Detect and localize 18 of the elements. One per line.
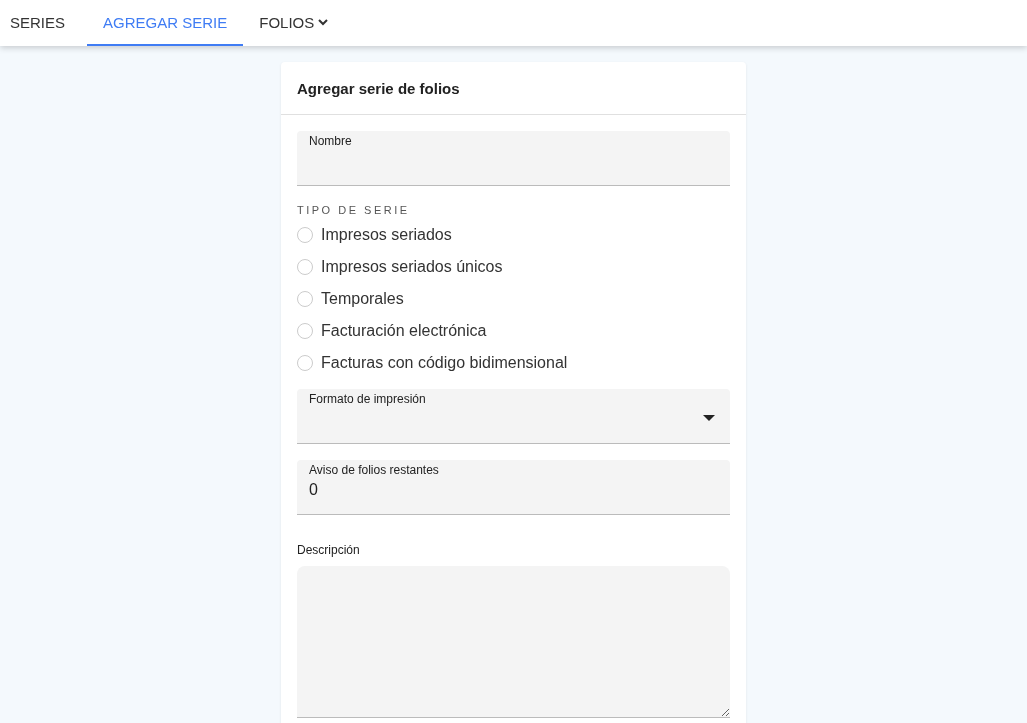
chevron-down-icon bbox=[318, 18, 329, 26]
nav-tab[interactable]: FOLIOS bbox=[249, 0, 345, 46]
field-value: 0 bbox=[309, 480, 319, 499]
nav-tab[interactable]: AGREGAR SERIE bbox=[87, 0, 244, 46]
radio-label[interactable]: Facturación electrónica bbox=[321, 321, 487, 340]
name-field[interactable]: Nombre bbox=[297, 131, 730, 186]
radio-label[interactable]: Impresos seriados únicos bbox=[321, 257, 503, 276]
radio-label[interactable]: Temporales bbox=[321, 289, 404, 308]
remaining-warning-field[interactable]: Aviso de folios restantes 0 bbox=[297, 460, 730, 515]
dropdown-arrow-icon bbox=[703, 415, 715, 421]
description-label: Descripción bbox=[297, 543, 361, 557]
card-title: Agregar serie de folios bbox=[297, 79, 460, 97]
nav-tab[interactable]: SERIES bbox=[0, 0, 82, 46]
radio-label[interactable]: Impresos seriados bbox=[321, 225, 452, 244]
section-label: TIPO DE SERIE bbox=[297, 204, 411, 216]
radio-label[interactable]: Facturas con código bidimensional bbox=[321, 353, 568, 372]
description-textarea[interactable] bbox=[297, 566, 730, 718]
print-format-select[interactable]: Formato de impresión bbox=[297, 389, 730, 444]
